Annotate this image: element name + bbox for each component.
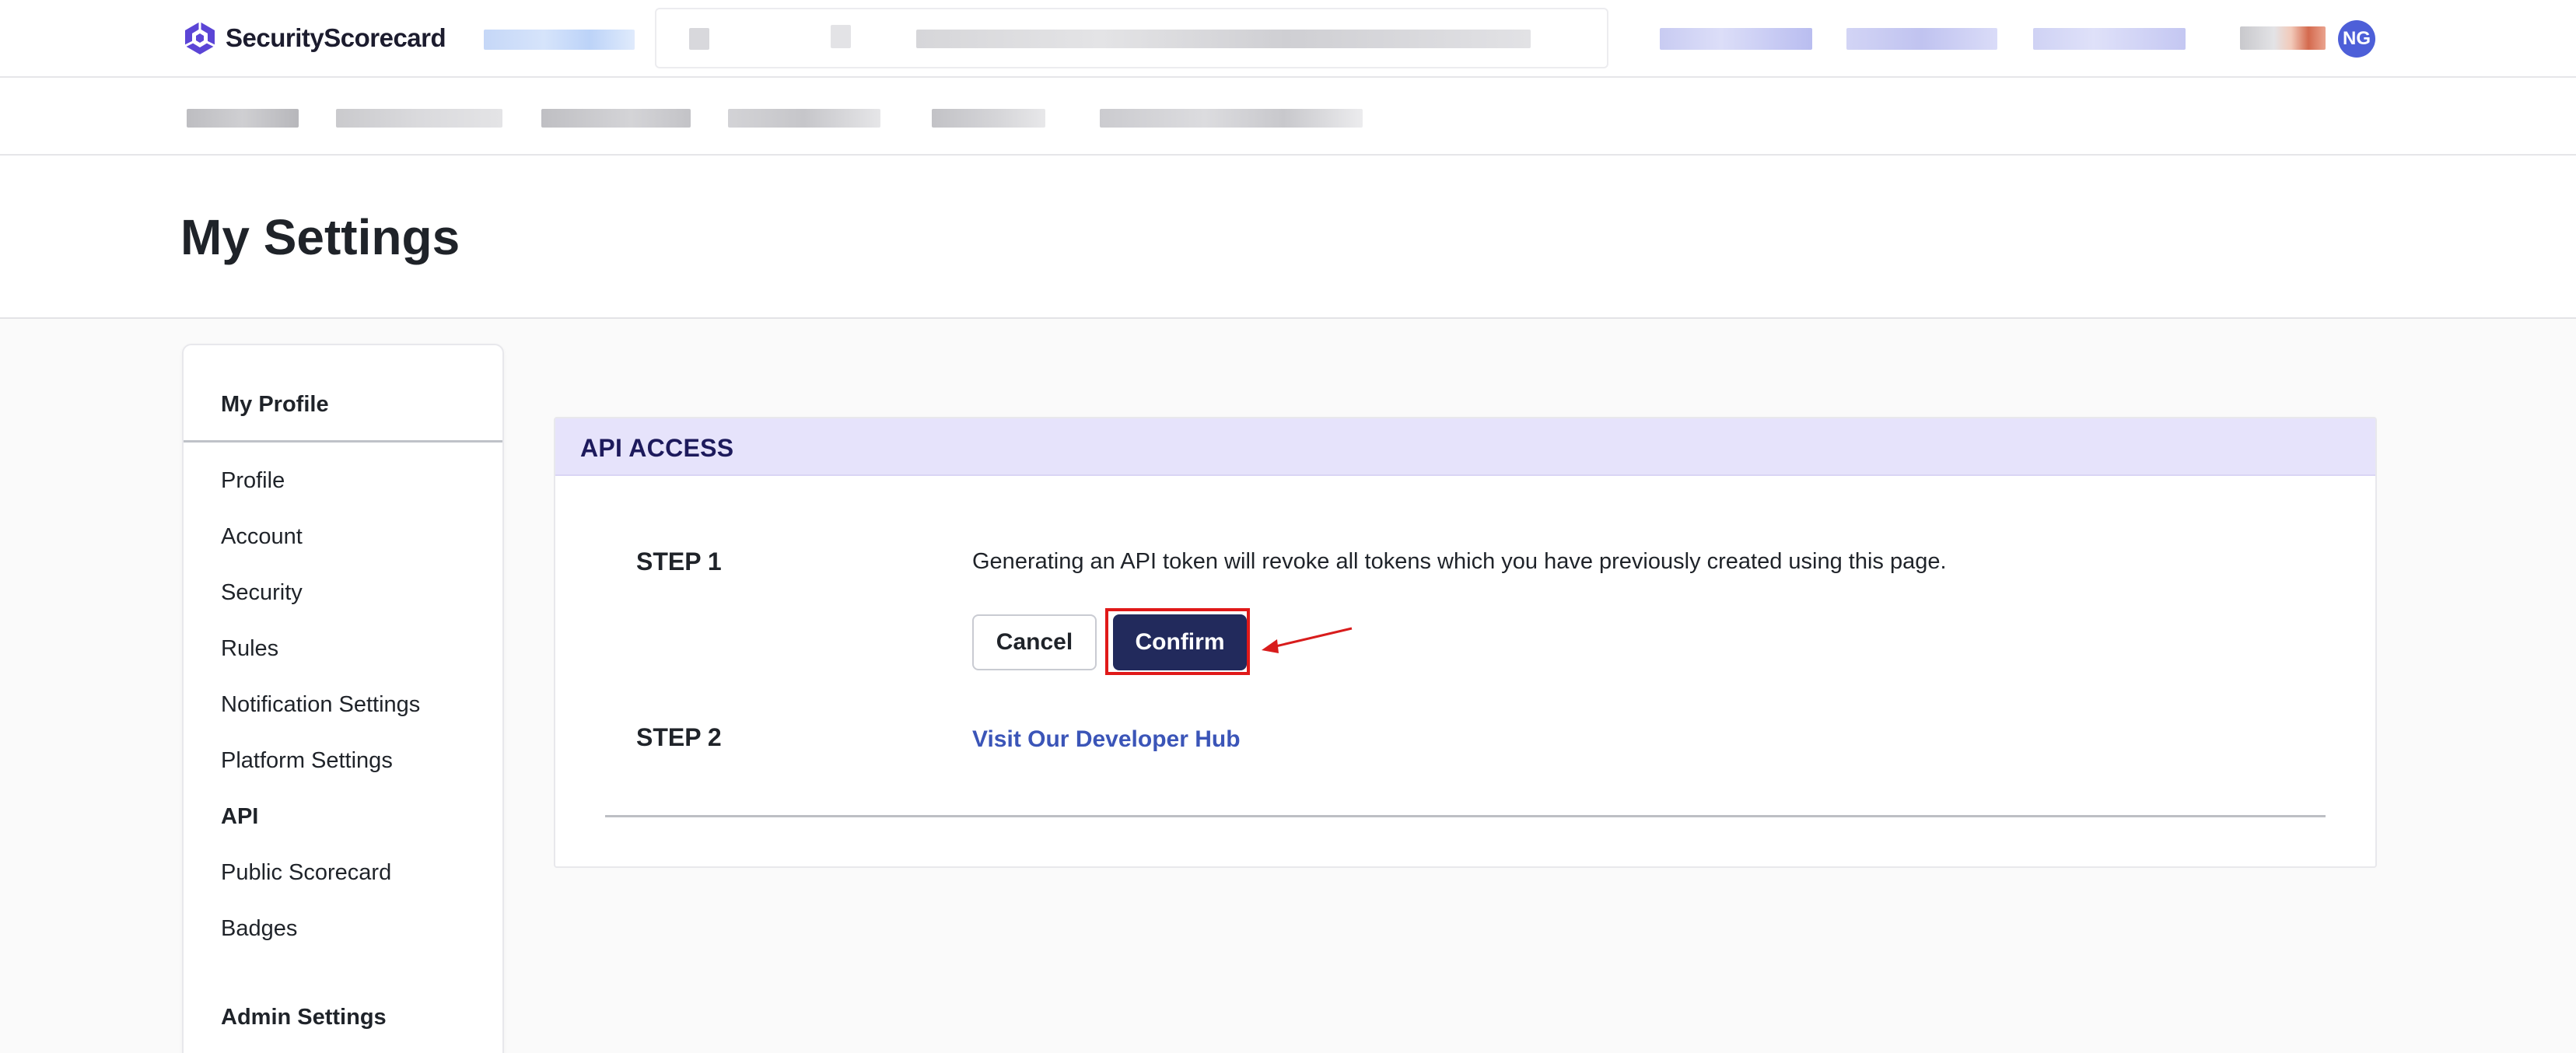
sidebar-section-admin-settings: Admin Settings	[221, 1005, 387, 1030]
cancel-button[interactable]: Cancel	[972, 614, 1097, 670]
sidebar-item-public-scorecard[interactable]: Public Scorecard	[221, 860, 391, 886]
nav-item-redacted[interactable]	[2033, 28, 2186, 50]
sidebar-item-api[interactable]: API	[221, 804, 258, 830]
nav-item-redacted[interactable]	[484, 30, 635, 50]
subnav-item-redacted[interactable]	[336, 109, 502, 128]
global-search-input[interactable]	[655, 8, 1608, 68]
security-scorecard-logo-icon	[184, 22, 215, 54]
sidebar-item-rules[interactable]: Rules	[221, 636, 278, 662]
search-placeholder-redacted	[831, 25, 851, 48]
sidebar-section-my-profile: My Profile	[221, 392, 329, 417]
annotation-arrow-icon	[1262, 627, 1353, 653]
api-access-panel: API ACCESS STEP 1 Generating an API toke…	[554, 417, 2377, 868]
user-avatar[interactable]: NG	[2338, 20, 2375, 58]
sidebar-divider	[184, 440, 502, 443]
search-placeholder-redacted	[916, 30, 1531, 48]
notification-icon-redacted[interactable]	[2240, 26, 2326, 50]
nav-item-redacted[interactable]	[1660, 28, 1812, 50]
subnav-item-redacted[interactable]	[187, 109, 299, 128]
developer-hub-link[interactable]: Visit Our Developer Hub	[972, 726, 1241, 753]
api-access-title: API ACCESS	[580, 434, 734, 462]
step-1-label: STEP 1	[636, 547, 722, 575]
secondary-navigation	[0, 78, 2576, 156]
step-1-description: Generating an API token will revoke all …	[972, 549, 1947, 574]
subnav-item-redacted[interactable]	[728, 109, 880, 128]
subnav-item-redacted[interactable]	[932, 109, 1045, 128]
subnav-item-redacted[interactable]	[541, 109, 691, 128]
brand-name: SecurityScorecard	[226, 23, 446, 52]
page-title: My Settings	[180, 209, 460, 265]
step-2-label: STEP 2	[636, 723, 722, 751]
subnav-item-redacted[interactable]	[1100, 109, 1363, 128]
settings-sidebar: My Profile Profile Account Security Rule…	[182, 344, 504, 1053]
sidebar-item-profile[interactable]: Profile	[221, 468, 285, 494]
sidebar-item-account[interactable]: Account	[221, 524, 303, 550]
brand-logo[interactable]: SecurityScorecard	[182, 19, 446, 58]
annotation-highlight-box	[1105, 608, 1250, 675]
nav-item-redacted[interactable]	[1846, 28, 1997, 50]
sidebar-item-platform-settings[interactable]: Platform Settings	[221, 748, 393, 774]
page-header: My Settings	[0, 156, 2576, 319]
panel-divider	[605, 815, 2326, 817]
api-access-header: API ACCESS	[555, 418, 2375, 476]
search-placeholder-redacted	[689, 28, 709, 50]
top-navigation-bar: SecurityScorecard NG	[0, 0, 2576, 78]
sidebar-item-badges[interactable]: Badges	[221, 916, 297, 942]
sidebar-item-notification-settings[interactable]: Notification Settings	[221, 692, 420, 718]
sidebar-item-security[interactable]: Security	[221, 580, 303, 606]
